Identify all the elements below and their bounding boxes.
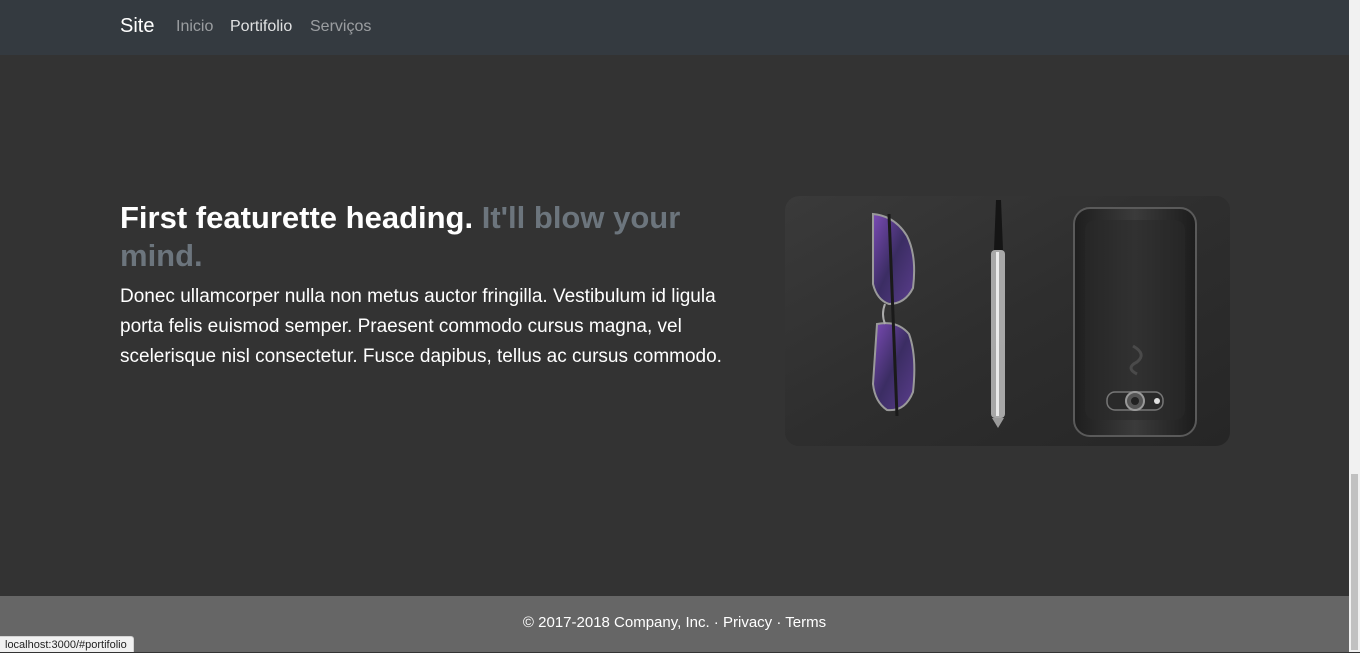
featurette-section: First featurette heading. It'll blow you…	[0, 55, 1349, 596]
brand-link[interactable]: Site	[120, 15, 154, 38]
footer-copyright: © 2017-2018 Company, Inc.	[522, 614, 710, 631]
nav-item-portifolio[interactable]: Portifolio	[230, 18, 292, 36]
featurette-image	[785, 196, 1230, 446]
footer-text: © 2017-2018 Company, Inc. · Privacy · Te…	[0, 614, 1349, 631]
footer-privacy-link[interactable]: Privacy	[723, 614, 772, 631]
featurette-lead: Donec ullamcorper nulla non metus auctor…	[120, 286, 722, 367]
vertical-scrollbar[interactable]	[1349, 0, 1360, 652]
browser-status-url: localhost:3000/#portifolio	[0, 636, 134, 652]
smartphone-icon	[1073, 207, 1197, 437]
nav-item-servicos[interactable]: Serviços	[310, 18, 371, 36]
featurette-heading: First featurette heading. It'll blow you…	[120, 199, 710, 275]
desk-items-illustration	[785, 196, 1230, 446]
footer-separator: ·	[772, 614, 786, 631]
page-footer: © 2017-2018 Company, Inc. · Privacy · Te…	[0, 596, 1349, 652]
featurette-heading-main: First featurette heading.	[120, 200, 474, 235]
nav-item-inicio[interactable]: Inicio	[176, 18, 213, 36]
footer-terms-link[interactable]: Terms	[785, 614, 826, 631]
footer-separator: ·	[709, 614, 723, 631]
scrollbar-thumb[interactable]	[1351, 474, 1358, 650]
top-navbar: Site Inicio Portifolio Serviços	[0, 0, 1349, 55]
